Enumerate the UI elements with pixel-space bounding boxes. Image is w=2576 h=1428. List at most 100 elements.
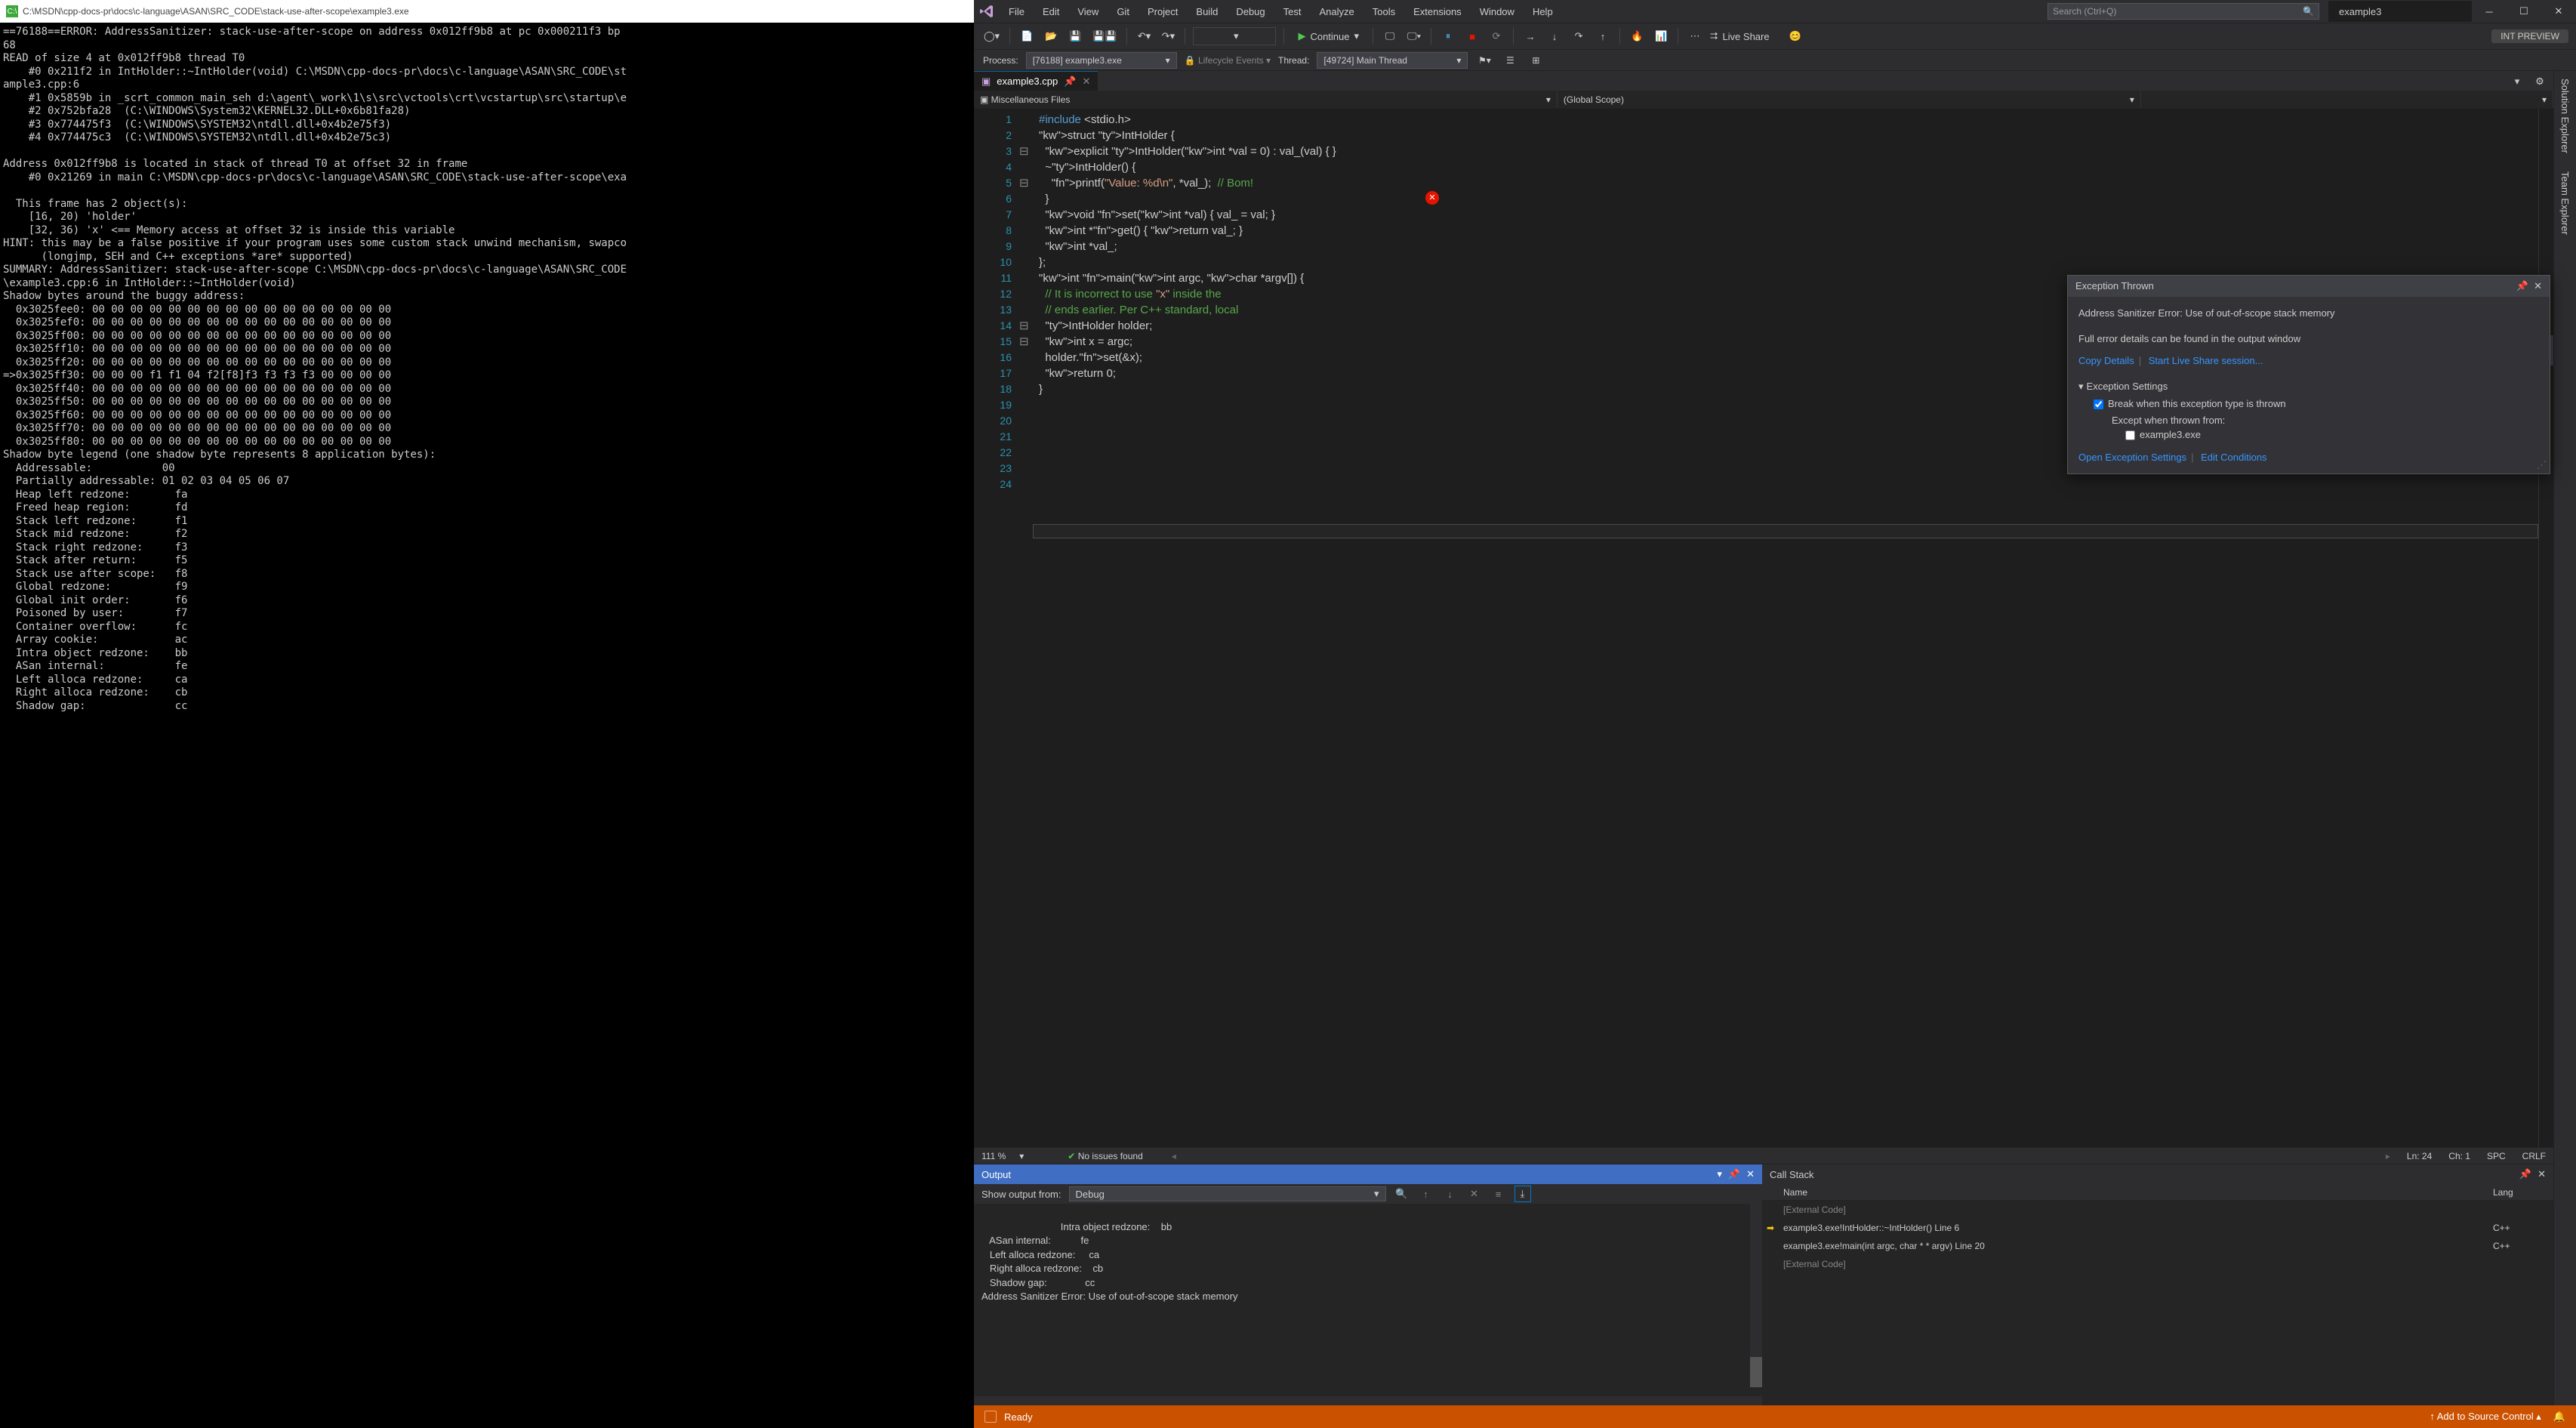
save-all-button[interactable]: 💾💾 [1090, 27, 1119, 45]
output-pane-header[interactable]: Output ▾📌✕ [974, 1164, 1762, 1184]
nav-project-dropdown[interactable]: ▣ Miscellaneous Files▾ [974, 91, 1558, 108]
callstack-header[interactable]: Call Stack 📌✕ [1762, 1164, 2553, 1184]
thread-button[interactable]: ⊞ [1527, 51, 1545, 69]
menu-project[interactable]: Project [1139, 6, 1187, 17]
fold-gutter[interactable]: ⊟ ⊟ ⊟⊟ [1019, 109, 1033, 1147]
output-next-button[interactable]: ↓ [1442, 1186, 1459, 1202]
open-button[interactable]: 📂 [1042, 27, 1060, 45]
menu-extensions[interactable]: Extensions [1404, 6, 1471, 17]
collapse-icon[interactable]: ▾ [2078, 381, 2084, 392]
menu-git[interactable]: Git [1108, 6, 1139, 17]
callstack-close-button[interactable]: ✕ [2537, 1168, 2546, 1180]
close-button[interactable]: ✕ [2541, 0, 2576, 23]
step-into-button[interactable]: ↓ [1545, 27, 1564, 45]
config-dropdown[interactable]: ▾ [1193, 27, 1276, 45]
stop-button[interactable]: ■ [1463, 27, 1481, 45]
new-item-button[interactable]: 📄 [1018, 27, 1036, 45]
debug-windows-button-2[interactable]: 🖵▾ [1405, 27, 1423, 45]
pin-tab-button[interactable]: 📌 [1064, 76, 1076, 88]
break-on-exception-checkbox[interactable]: Break when this exception type is thrown [2094, 398, 2286, 409]
output-autoscroll-button[interactable]: ⤓ [1514, 1186, 1531, 1202]
console-output[interactable]: ==76188==ERROR: AddressSanitizer: stack-… [0, 23, 974, 1428]
step-out-button[interactable]: ↑ [1594, 27, 1612, 45]
menu-test[interactable]: Test [1274, 6, 1311, 17]
column-indicator[interactable]: Ch: 1 [2448, 1151, 2470, 1161]
callstack-col-name[interactable]: Name [1762, 1187, 2493, 1198]
menu-analyze[interactable]: Analyze [1310, 6, 1363, 17]
console-titlebar[interactable]: C:\ C:\MSDN\cpp-docs-pr\docs\c-language\… [0, 0, 974, 23]
step-over-button[interactable]: ↷ [1570, 27, 1588, 45]
open-exception-settings-link[interactable]: Open Exception Settings [2078, 452, 2186, 463]
thread-dropdown[interactable]: [49724] Main Thread▾ [1317, 52, 1468, 69]
menu-edit[interactable]: Edit [1034, 6, 1068, 17]
redo-button[interactable]: ↷▾ [1159, 27, 1177, 45]
vs-logo-icon[interactable] [974, 4, 1000, 19]
callstack-row[interactable]: ➡example3.exe!IntHolder::~IntHolder() Li… [1762, 1219, 2553, 1237]
live-share-button[interactable]: ⮆ Live Share [1710, 30, 1770, 42]
menu-tools[interactable]: Tools [1363, 6, 1404, 17]
continue-button[interactable]: ▶Continue▾ [1292, 30, 1365, 42]
output-hscrollbar[interactable] [974, 1396, 1762, 1405]
toolbar-overflow[interactable]: ⋯ [1686, 27, 1704, 45]
popup-close-button[interactable]: ✕ [2534, 280, 2542, 291]
feedback-button[interactable]: 😊 [1786, 27, 1804, 45]
exception-popup-header[interactable]: Exception Thrown 📌 ✕ [2068, 276, 2550, 297]
lifecycle-events-button[interactable]: 🔒 Lifecycle Events ▾ [1185, 55, 1271, 66]
close-tab-button[interactable]: ✕ [1082, 76, 1090, 88]
undo-button[interactable]: ↶▾ [1135, 27, 1153, 45]
tab-dropdown-button[interactable]: ▾ [2508, 72, 2526, 91]
restart-button[interactable]: ⟳ [1487, 27, 1505, 45]
popup-pin-button[interactable]: 📌 [2516, 280, 2528, 291]
callstack-row[interactable]: [External Code] [1762, 1255, 2553, 1273]
flag-button[interactable]: ⚑▾ [1475, 51, 1493, 69]
line-indicator[interactable]: Ln: 24 [2407, 1151, 2432, 1161]
menu-help[interactable]: Help [1524, 6, 1562, 17]
output-find-button[interactable]: 🔍 [1394, 1186, 1410, 1202]
notifications-button[interactable]: 🔔 [2553, 1411, 2565, 1423]
menu-debug[interactable]: Debug [1227, 6, 1274, 17]
menu-view[interactable]: View [1068, 6, 1108, 17]
maximize-button[interactable]: ☐ [2507, 0, 2541, 23]
team-explorer-tab[interactable]: Team Explorer [2559, 171, 2571, 235]
output-source-dropdown[interactable]: Debug▾ [1069, 1186, 1386, 1201]
debug-windows-button[interactable]: 🖵 [1381, 27, 1399, 45]
tab-settings-button[interactable]: ⚙ [2531, 72, 2549, 91]
file-tab-example3[interactable]: ▣ example3.cpp 📌 ✕ [974, 71, 1098, 91]
nav-member-dropdown[interactable]: ▾ [2141, 91, 2553, 108]
output-pin-button[interactable]: 📌 [1728, 1168, 1740, 1180]
code-editor[interactable]: 123456789101112131415161718192021222324 … [974, 109, 2553, 1147]
output-body[interactable]: Intra object redzone: bb ASan internal: … [974, 1204, 1762, 1396]
nav-scope-dropdown[interactable]: (Global Scope)▾ [1558, 91, 2141, 108]
solution-tab[interactable]: example3 [2328, 1, 2472, 22]
stack-frame-button[interactable]: ☰ [1501, 51, 1519, 69]
output-vscrollbar[interactable] [1750, 1204, 1762, 1387]
callstack-col-lang[interactable]: Lang [2493, 1187, 2553, 1198]
menu-build[interactable]: Build [1187, 6, 1227, 17]
resize-grip-icon[interactable]: ⋰ [2537, 458, 2547, 473]
output-vscroll-thumb[interactable] [1750, 1357, 1762, 1387]
error-glyph-icon[interactable]: ✕ [1425, 191, 1439, 205]
output-prev-button[interactable]: ↑ [1418, 1186, 1434, 1202]
output-wrap-button[interactable]: ≡ [1490, 1186, 1507, 1202]
hot-reload-button[interactable]: 🔥 [1628, 27, 1646, 45]
output-close-button[interactable]: ✕ [1746, 1168, 1755, 1180]
menu-file[interactable]: File [1000, 6, 1034, 17]
nav-back-button[interactable]: ◯▾ [981, 27, 1002, 45]
pause-button[interactable]: ⏸ [1439, 27, 1457, 45]
solution-explorer-tab[interactable]: Solution Explorer [2559, 79, 2571, 153]
search-box[interactable]: Search (Ctrl+Q) 🔍 [2048, 3, 2319, 20]
show-next-statement-button[interactable]: → [1521, 27, 1539, 45]
zoom-level[interactable]: 111 % [981, 1151, 1006, 1161]
source-control-button[interactable]: ↑ Add to Source Control ▴ [2430, 1411, 2541, 1423]
statusbar-icon[interactable] [984, 1411, 997, 1423]
intellitrace-button[interactable]: 📊 [1652, 27, 1670, 45]
edit-conditions-link[interactable]: Edit Conditions [2201, 452, 2266, 463]
vertical-scrollbar[interactable] [2538, 109, 2553, 1147]
menu-window[interactable]: Window [1471, 6, 1524, 17]
eol-mode[interactable]: CRLF [2522, 1151, 2546, 1161]
callstack-row[interactable]: [External Code] [1762, 1201, 2553, 1219]
code-area[interactable]: #include <stdio.h>"kw">struct "ty">IntHo… [1033, 109, 2538, 1147]
process-dropdown[interactable]: [76188] example3.exe▾ [1026, 52, 1177, 69]
copy-details-link[interactable]: Copy Details [2078, 355, 2134, 366]
save-button[interactable]: 💾 [1066, 27, 1084, 45]
